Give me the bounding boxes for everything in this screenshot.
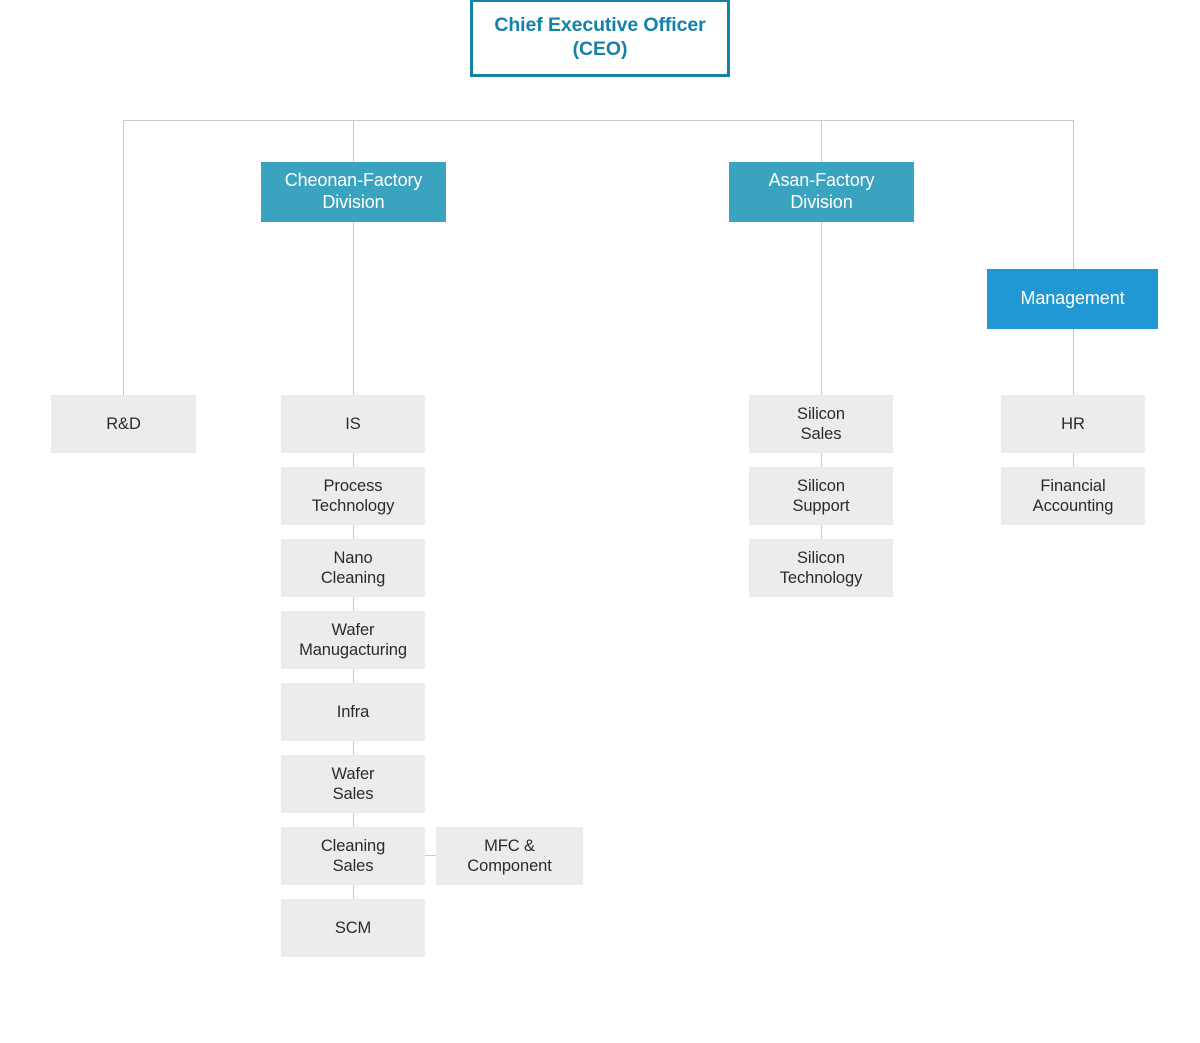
connector-bus-to-rnd [123,120,124,395]
node-infra[interactable]: Infra [281,683,425,741]
connector-cleaning-sales-to-mfc-component [425,855,436,856]
connector-is-to-process-technology [353,453,354,467]
connector-silicon-sales-to-silicon-support [821,453,822,467]
node-silicon-sales[interactable]: Silicon Sales [749,395,893,453]
node-financial-accounting[interactable]: Financial Accounting [1001,467,1145,525]
connector-asan-to-silicon-sales [821,222,822,395]
connector-nano-cleaning-to-wafer-manugacturing [353,597,354,611]
connector-cleaning-sales-to-scm [353,885,354,899]
node-is[interactable]: IS [281,395,425,453]
node-wafer-sales[interactable]: Wafer Sales [281,755,425,813]
connector-bus-to-cheonan [353,120,354,162]
node-scm[interactable]: SCM [281,899,425,957]
node-management[interactable]: Management [987,269,1158,329]
node-cleaning-sales[interactable]: Cleaning Sales [281,827,425,885]
node-process-technology[interactable]: Process Technology [281,467,425,525]
node-wafer-manugacturing[interactable]: Wafer Manugacturing [281,611,425,669]
org-chart: Chief Executive Officer (CEO) Cheonan-Fa… [0,0,1200,1043]
connector-infra-to-wafer-sales [353,741,354,755]
connector-bus-top [123,120,1074,121]
connector-bus-to-management [1073,120,1074,269]
connector-hr-to-financial-accounting [1073,453,1074,467]
node-silicon-support[interactable]: Silicon Support [749,467,893,525]
connector-process-technology-to-nano-cleaning [353,525,354,539]
node-silicon-technology[interactable]: Silicon Technology [749,539,893,597]
connector-cheonan-to-is [353,222,354,395]
connector-management-to-hr [1073,329,1074,395]
node-rnd[interactable]: R&D [51,395,196,453]
connector-wafer-manugacturing-to-infra [353,669,354,683]
connector-silicon-support-to-silicon-technology [821,525,822,539]
node-asan-factory-division[interactable]: Asan-Factory Division [729,162,914,222]
node-hr[interactable]: HR [1001,395,1145,453]
node-cheonan-factory-division[interactable]: Cheonan-Factory Division [261,162,446,222]
node-ceo[interactable]: Chief Executive Officer (CEO) [470,0,730,77]
node-mfc-component[interactable]: MFC & Component [436,827,583,885]
connector-wafer-sales-to-cleaning-sales [353,813,354,827]
connector-bus-to-asan [821,120,822,162]
node-nano-cleaning[interactable]: Nano Cleaning [281,539,425,597]
